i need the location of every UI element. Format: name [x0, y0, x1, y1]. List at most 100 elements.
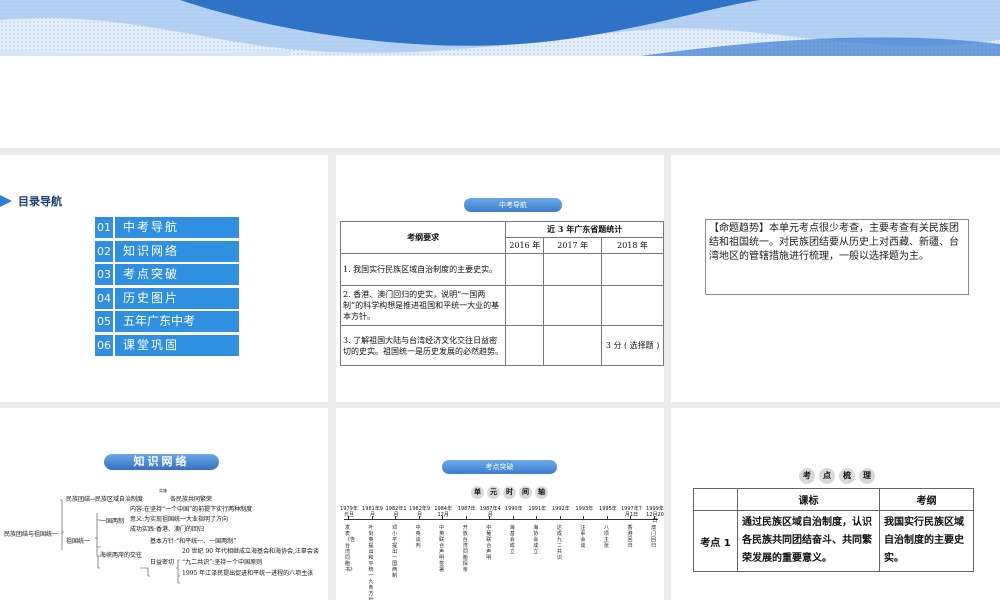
timeline-year: 1995年 [599, 506, 617, 512]
breakthrough-pill: 考点突破 [442, 460, 557, 474]
table-cell [543, 325, 603, 366]
table-row: 3. 了解祖国大陆与台湾经济文化交往日益密切的史实。祖国统一是历史发展的必然趋势… [339, 325, 664, 366]
timeline-year: 1993年 [575, 506, 594, 512]
col-year: 2018 年 [601, 237, 664, 254]
table-cell [601, 253, 664, 286]
timeline-year: 1982年1月 [385, 506, 407, 518]
table-cell [505, 325, 545, 366]
timeline-year: 1990年 [504, 506, 523, 512]
menu-item-five-years-exam[interactable]: 05 五年广东中考 [95, 311, 239, 332]
timeline-tick [559, 516, 561, 520]
outline-cell: 我国实行民族区域自治制度的主要史实。 [879, 510, 974, 572]
mm-1c2s-a: 内容:在坚持“一个中国”的前提下实行两种制度 [130, 506, 253, 513]
timeline-title: 单 元 时 间 轴 [471, 486, 548, 499]
timeline-year: 1997年7月1日 [621, 506, 642, 518]
key-points-table: 课标 考纲 考点 1 通过民族区域自治制度，认识各民族共同团结奋斗、共同繁荣发展… [693, 488, 974, 572]
mm-1c2s: 一国两制 [100, 518, 125, 525]
table-row: 2. 香港、澳门回归的史实，说明“一国两制”的科学构想是推进祖国和平统一大业的基… [339, 285, 664, 326]
mm-unity-sub: 实施 [159, 488, 167, 493]
timeline-event: 香港回归 [627, 525, 633, 549]
timeline-tick [583, 516, 585, 520]
key-points-title: 考 点 梳 理 [799, 468, 875, 484]
exam-stats-table: 考纲要求 近 3 年广东省题统计 2016 年 2017 年 2018 年 1.… [339, 221, 664, 366]
timeline-year: 1999年12月20日 [646, 506, 664, 524]
menu-item-label: 知识网络 [115, 240, 239, 262]
menu-item-breakthrough[interactable]: 03 考点突破 [95, 264, 239, 285]
table-cell: 2. 香港、澳门回归的史实，说明“一国两制”的科学构想是推进祖国和平统一大业的基… [339, 285, 507, 326]
col-requirement: 考纲要求 [339, 221, 507, 254]
header-banner [0, 0, 1000, 148]
slide-breakthrough: 考点突破 单 元 时 间 轴 1979年元旦 发表《告台湾同胞书》 1981年9月叶… [336, 408, 664, 600]
menu-item-exam-nav[interactable]: 01 中考导航 [95, 217, 239, 238]
table-cell: 3 分 ( 选择题 ) [601, 325, 664, 366]
timeline-tick [465, 516, 467, 520]
timeline-event: 中英联合声明签署 [439, 525, 445, 573]
table-row: 考点 1 通过民族区域自治制度，认识各民族共同团结奋斗、共同繁荣发展的重要意义。… [693, 510, 974, 572]
mm-1c2s-b: 意义:为实现祖国统一大业指明了方向 [130, 516, 229, 523]
slide-table-of-contents: 目录导航 01 中考导航 02 知识网络 03 考点突破 04 历史图片 05 五年广东中… [0, 155, 328, 402]
timeline-event: 中葡联合声明 [486, 525, 492, 561]
timeline-event: 中英谈判 [415, 525, 421, 549]
col-year: 2017 年 [543, 237, 603, 254]
timeline-event: 澳门回归 [651, 525, 657, 549]
timeline-year: 1991年 [528, 506, 547, 512]
menu-item-history-pictures[interactable]: 04 历史图片 [95, 287, 239, 309]
table-cell [505, 253, 545, 286]
timeline-event: 汪辜会谈 [580, 525, 586, 549]
triangle-icon [0, 195, 12, 207]
timeline-year: 1987年4月 [479, 506, 501, 518]
menu-item-label: 考点突破 [115, 264, 239, 285]
mm-1c2s-c: 成功实践:香港、澳门的回归 [130, 526, 205, 533]
slide-exam-nav: 中考导航 考纲要求 近 3 年广东省题统计 2016 年 2017 年 2018… [336, 155, 664, 402]
col-standard: 课标 [737, 488, 880, 511]
title-char: 理 [859, 468, 875, 484]
table-cell [601, 285, 664, 326]
timeline-year: 1984年12月 [434, 506, 452, 518]
mm-reunify: 祖国统一 [66, 538, 91, 545]
menu-item-label: 五年广东中考 [115, 311, 239, 332]
timeline-event: 海协会成立 [533, 525, 539, 555]
menu-item-knowledge-network[interactable]: 02 知识网络 [95, 240, 239, 262]
title-char: 点 [819, 468, 835, 484]
timeline-axis [344, 519, 658, 520]
toc-header: 目录导航 [0, 193, 62, 209]
mm-strait: 海峡两岸的交往 [100, 552, 143, 559]
col-outline: 考纲 [879, 488, 974, 511]
menu-item-num: 02 [95, 240, 113, 262]
timeline-year: 1982年9月 [409, 506, 431, 518]
toc-title: 目录导航 [18, 195, 62, 208]
slide-key-points: 考 点 梳 理 课标 考纲 考点 1 通过民族区域自治制度，认识各民族共同团结奋… [671, 408, 1000, 600]
exam-nav-pill: 中考导航 [464, 198, 562, 212]
col-stats: 近 3 年广东省题统计 [505, 221, 664, 238]
timeline-tick [536, 516, 538, 520]
timeline-event: 八项主张 [603, 525, 609, 549]
table-cell: 3. 了解祖国大陆与台湾经济文化交往日益密切的史实。祖国统一是历史发展的必然趋势… [339, 325, 507, 366]
menu-item-num: 06 [95, 334, 113, 356]
menu-item-num: 05 [95, 311, 113, 332]
mm-closer-b: “九二共识”:坚持一个中国原则 [182, 559, 263, 566]
mm-unity: 民族团结→民族区域自治制度 [66, 496, 144, 503]
table-row: 1. 我国实行民族区域自治制度的主要史实。 [339, 253, 664, 286]
slide-knowledge-network: 知识网络 民族团结与祖国统一 民族团结→民族区域自治制度 实施 各民族共同繁荣 … [0, 408, 328, 600]
menu-item-class-review[interactable]: 06 课堂巩固 [95, 334, 239, 356]
timeline-tick [512, 516, 514, 520]
toc-menu: 01 中考导航 02 知识网络 03 考点突破 04 历史图片 05 五年广东中考 06 课… [95, 217, 239, 358]
title-char: 梳 [839, 468, 855, 484]
standard-cell: 通过民族区域自治制度，认识各民族共同团结奋斗、共同繁荣发展的重要意义。 [737, 510, 880, 572]
title-char: 轴 [535, 486, 548, 499]
menu-item-num: 03 [95, 264, 113, 285]
timeline-year: 1987年 [457, 506, 476, 512]
menu-item-num: 01 [95, 217, 113, 238]
wave-decoration [0, 0, 1000, 56]
title-char: 时 [503, 486, 516, 499]
slide-trend: 【命题趋势】本单元考点很少考查，主要考查有关民族团结和祖国统一。对民族团结要从历… [671, 155, 1000, 402]
mm-strait-a: 基本方针:“和平统一、一国两制” [150, 538, 237, 545]
menu-item-label: 中考导航 [115, 217, 239, 238]
title-char: 考 [799, 468, 815, 484]
table-cell: 1. 我国实行民族区域自治制度的主要史实。 [339, 253, 507, 286]
title-char: 元 [487, 486, 500, 499]
menu-item-label: 课堂巩固 [115, 334, 239, 356]
title-char: 单 [471, 486, 484, 499]
timeline-year: 1979年元旦 [340, 506, 358, 518]
timeline-year: 1992年 [551, 506, 570, 512]
